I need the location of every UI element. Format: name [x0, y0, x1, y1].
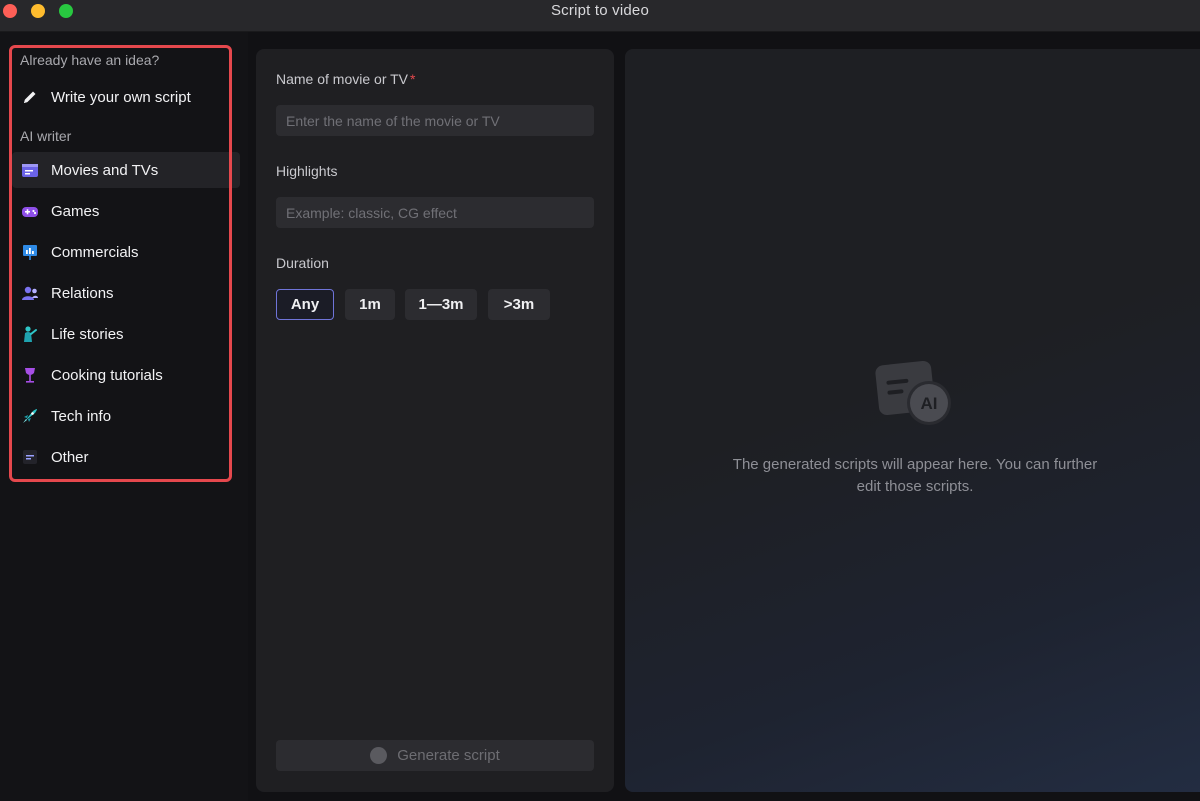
- empty-state-line-2: edit those scripts.: [856, 478, 974, 495]
- ai-badge-text: AI: [921, 394, 938, 413]
- sidebar-item-label: Tech info: [51, 407, 112, 425]
- sidebar-item-movies-and-tvs[interactable]: Movies and TVs: [12, 152, 240, 188]
- sidebar-item-label: Life stories: [51, 325, 124, 343]
- sidebar-item-label: Relations: [51, 284, 114, 302]
- generate-script-button[interactable]: Generate script: [276, 740, 594, 771]
- generate-script-label: Generate script: [397, 747, 500, 764]
- write-own-script-label: Write your own script: [51, 88, 191, 106]
- sidebar-item-cooking-tutorials[interactable]: Cooking tutorials: [12, 357, 240, 393]
- empty-state-message: The generated scripts will appear here. …: [685, 454, 1145, 498]
- duration-3m-plus-button[interactable]: >3m: [488, 289, 550, 320]
- chart-icon: [21, 243, 39, 261]
- sidebar-item-commercials[interactable]: Commercials: [12, 234, 240, 270]
- people-icon: [21, 284, 39, 302]
- movie-icon: [21, 161, 39, 179]
- script-form-panel: Name of movie or TV* Highlights Duration…: [256, 49, 614, 792]
- highlights-input[interactable]: [276, 197, 594, 228]
- duration-1m-button[interactable]: 1m: [345, 289, 395, 320]
- sidebar-item-tech-info[interactable]: Tech info: [12, 398, 240, 434]
- highlights-label: Highlights: [276, 163, 338, 179]
- generate-icon: [370, 747, 388, 764]
- sidebar-item-life-stories[interactable]: Life stories: [12, 316, 240, 352]
- sidebar: Already have an idea? Write your own scr…: [0, 32, 248, 801]
- sidebar-item-label: Games: [51, 202, 100, 220]
- person-icon: [21, 325, 39, 343]
- sidebar-item-other[interactable]: Other: [12, 439, 240, 475]
- movie-name-input[interactable]: [276, 105, 594, 136]
- window-title: Script to video: [550, 2, 650, 19]
- ai-writer-section-label: AI writer: [20, 128, 72, 144]
- idea-section-label: Already have an idea?: [20, 52, 160, 68]
- gamepad-icon: [21, 202, 39, 220]
- sidebar-item-label: Commercials: [51, 243, 139, 261]
- sidebar-item-label: Movies and TVs: [51, 161, 159, 179]
- title-bar: Script to video: [0, 0, 1200, 32]
- movie-name-label-text: Name of movie or TV: [276, 71, 409, 87]
- duration-1-3m-button[interactable]: 1—3m: [405, 289, 477, 320]
- result-panel: AI The generated scripts will appear her…: [625, 49, 1200, 792]
- ai-script-icon: AI: [875, 357, 955, 427]
- sidebar-item-label: Other: [51, 448, 89, 466]
- sidebar-item-label: Cooking tutorials: [51, 366, 163, 384]
- write-own-script-button[interactable]: Write your own script: [12, 79, 240, 115]
- rocket-icon: [21, 407, 39, 425]
- empty-state-line-1: The generated scripts will appear here. …: [732, 456, 1098, 473]
- required-mark: *: [410, 71, 416, 87]
- duration-any-button[interactable]: Any: [276, 289, 334, 320]
- duration-label: Duration: [276, 255, 329, 271]
- text-lines-icon: [21, 448, 39, 466]
- pencil-icon: [21, 88, 39, 106]
- wine-glass-icon: [21, 366, 39, 384]
- sidebar-item-relations[interactable]: Relations: [12, 275, 240, 311]
- sidebar-item-games[interactable]: Games: [12, 193, 240, 229]
- movie-name-label: Name of movie or TV *: [276, 71, 415, 87]
